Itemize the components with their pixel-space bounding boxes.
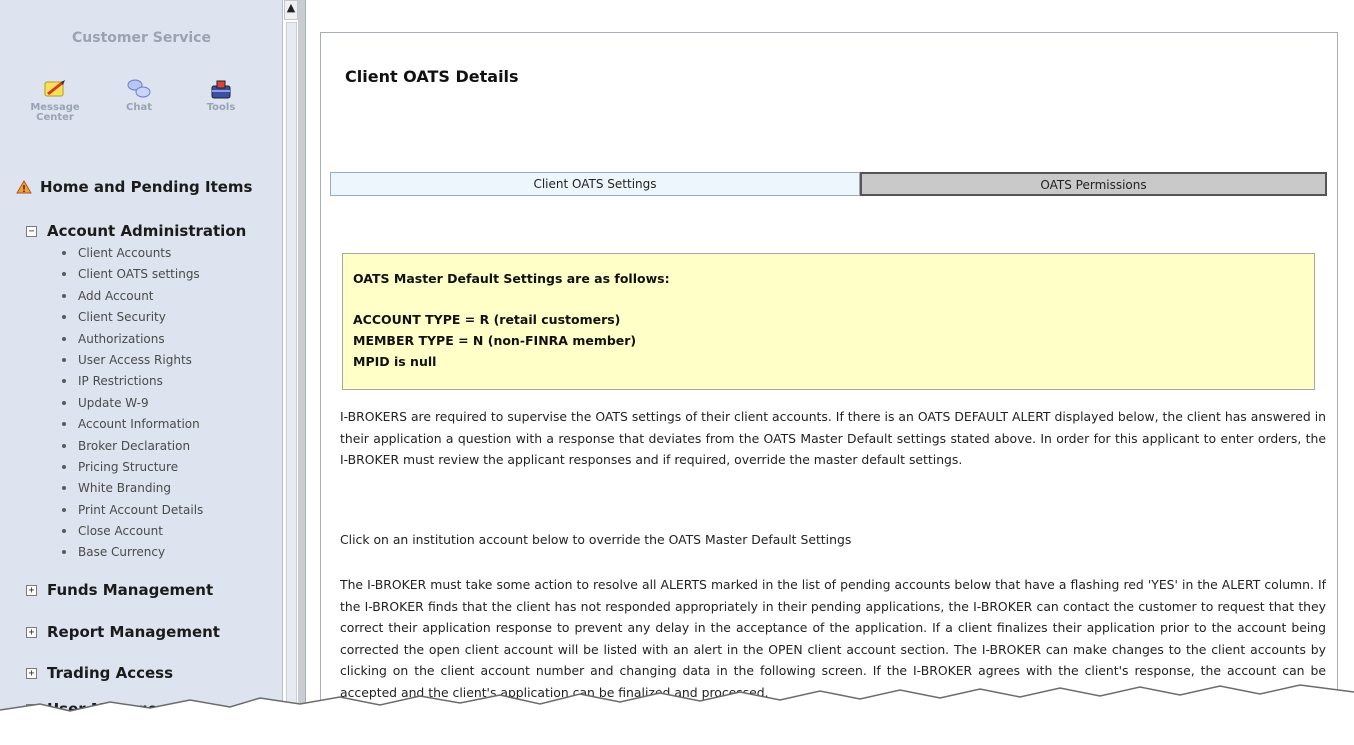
message-center-icon — [44, 80, 65, 97]
tools-icon — [211, 80, 231, 99]
sidebar-item-client-oats-settings[interactable]: Client OATS settings — [62, 266, 203, 287]
collapse-icon[interactable]: − — [26, 225, 37, 237]
tab-oats-permissions[interactable]: OATS Permissions — [860, 172, 1327, 196]
tools-label: Tools — [206, 102, 236, 113]
sidebar-item-broker-declaration[interactable]: Broker Declaration — [62, 438, 203, 459]
page-title: Client OATS Details — [345, 67, 519, 86]
chat-button[interactable]: Chat — [104, 78, 174, 113]
sidebar-item-add-account[interactable]: Add Account — [62, 288, 203, 309]
notice-line: MEMBER TYPE = N (non-FINRA member) — [353, 333, 637, 348]
section-funds-management[interactable]: + Funds Management — [26, 581, 213, 599]
sidebar: Customer Service Message Center Chat Too… — [0, 0, 283, 745]
message-center-button[interactable]: Message Center — [20, 78, 90, 123]
scroll-up-arrow-icon[interactable]: ▲ — [284, 0, 298, 20]
home-and-pending-items-link[interactable]: Home and Pending Items — [16, 178, 253, 196]
sidebar-item-white-branding[interactable]: White Branding — [62, 480, 203, 501]
expand-icon[interactable]: + — [26, 584, 37, 596]
supervision-paragraph: I-BROKERS are required to supervise the … — [340, 409, 1326, 467]
expand-icon[interactable]: + — [26, 626, 37, 638]
tab-client-oats-settings[interactable]: Client OATS Settings — [330, 172, 860, 196]
message-center-label: Message Center — [30, 102, 80, 123]
tools-button[interactable]: Tools — [186, 78, 256, 113]
scroll-thumb[interactable] — [286, 22, 297, 722]
sidebar-item-authorizations[interactable]: Authorizations — [62, 331, 203, 352]
tab-bar: Client OATS Settings OATS Permissions — [330, 172, 1327, 196]
expand-icon[interactable]: + — [26, 667, 37, 679]
sidebar-item-base-currency[interactable]: Base Currency — [62, 544, 203, 565]
sidebar-item-print-account-details[interactable]: Print Account Details — [62, 502, 203, 523]
notice-line: MPID is null — [353, 354, 437, 369]
instruction-paragraph: Click on an institution account below to… — [340, 532, 852, 547]
section-label: Report Management — [47, 623, 220, 641]
sidebar-item-pricing-structure[interactable]: Pricing Structure — [62, 459, 203, 480]
oats-default-notice: OATS Master Default Settings are as foll… — [342, 253, 1315, 390]
warning-icon — [16, 180, 32, 194]
frame-divider[interactable] — [298, 0, 306, 745]
sidebar-item-account-information[interactable]: Account Information — [62, 416, 203, 437]
notice-heading: OATS Master Default Settings are as foll… — [353, 271, 670, 286]
section-label: Account Administration — [47, 222, 247, 240]
notice-line: ACCOUNT TYPE = R (retail customers) — [353, 312, 621, 327]
section-report-management[interactable]: + Report Management — [26, 623, 220, 641]
torn-edge-decoration — [0, 684, 1354, 745]
sidebar-item-client-security[interactable]: Client Security — [62, 309, 203, 330]
sidebar-item-update-w9[interactable]: Update W-9 — [62, 395, 203, 416]
home-and-pending-items-label: Home and Pending Items — [40, 178, 253, 196]
chat-label: Chat — [126, 102, 152, 113]
sidebar-item-ip-restrictions[interactable]: IP Restrictions — [62, 373, 203, 394]
sidebar-item-user-access-rights[interactable]: User Access Rights — [62, 352, 203, 373]
section-label: Funds Management — [47, 581, 214, 599]
sidebar-item-client-accounts[interactable]: Client Accounts — [62, 245, 203, 266]
account-administration-list: Client Accounts Client OATS settings Add… — [62, 245, 203, 566]
customer-service-title: Customer Service — [72, 30, 211, 46]
sidebar-item-close-account[interactable]: Close Account — [62, 523, 203, 544]
section-account-administration[interactable]: − Account Administration — [26, 222, 246, 240]
chat-icon — [127, 79, 151, 98]
